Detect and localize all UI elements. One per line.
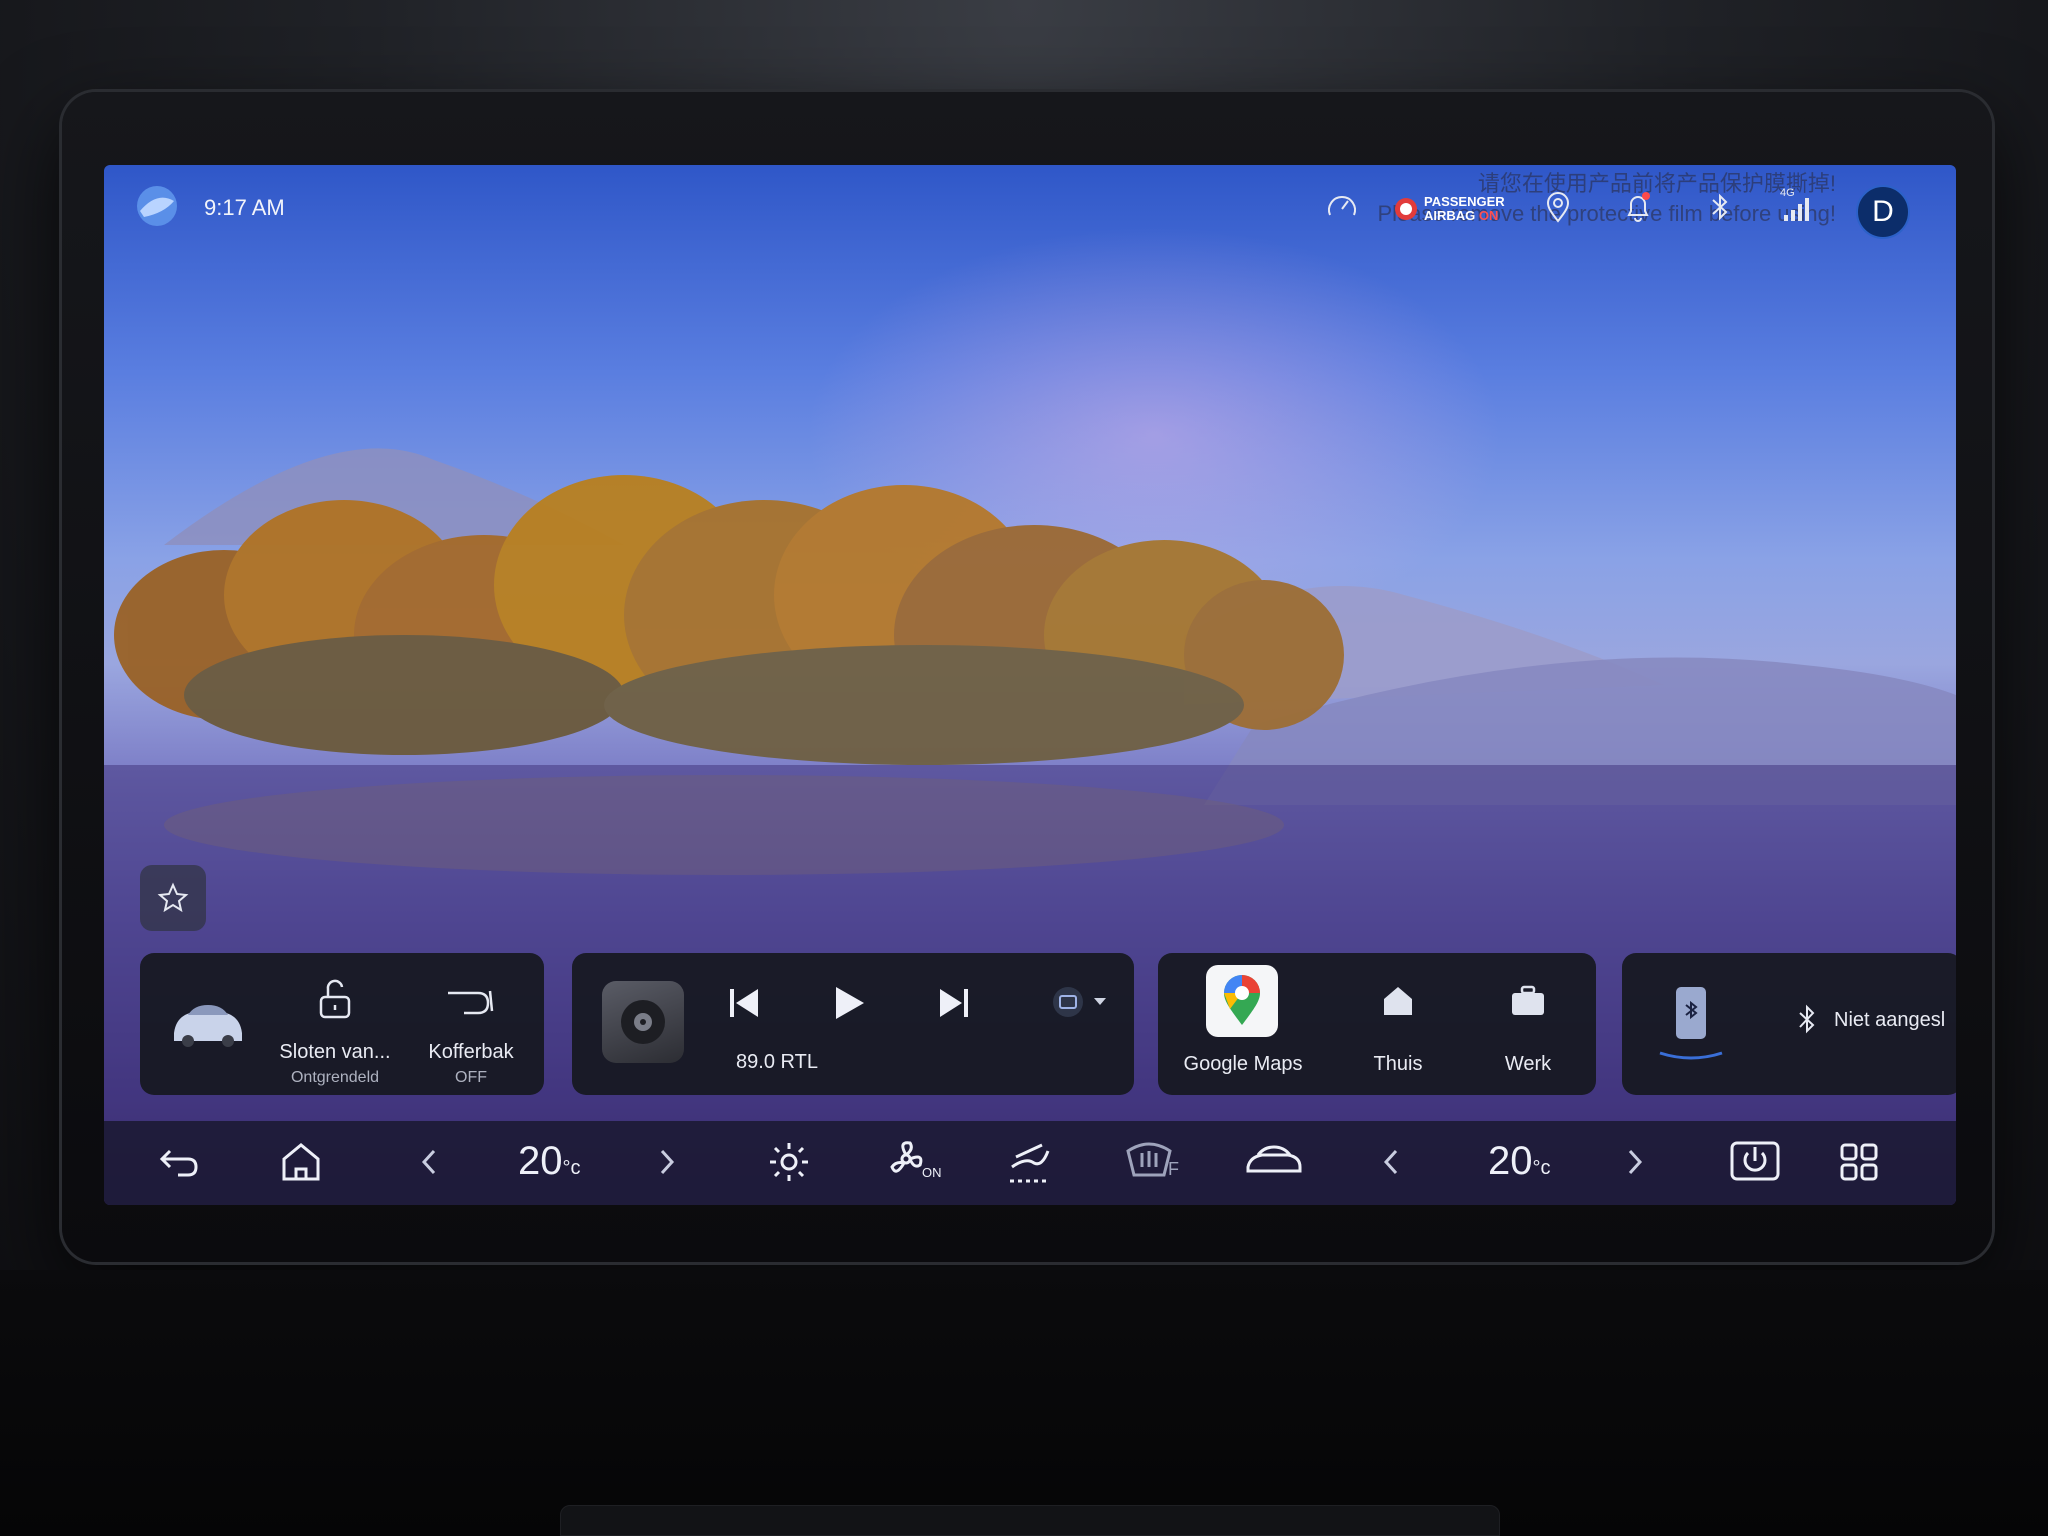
google-maps-icon xyxy=(1224,975,1260,1025)
unlock-icon xyxy=(319,979,351,1019)
passenger-airbag-indicator: PASSENGER AIRBAG ON xyxy=(1394,193,1514,225)
radio-station: 89.0 RTL xyxy=(736,1051,818,1073)
vehicle-widget: Sloten van... Ontgrendeld Kofferbak OFF xyxy=(140,953,544,1095)
infotainment-screen: 请您在使用产品前将产品保护膜撕掉! Please remove the prot… xyxy=(104,165,1956,1205)
google-maps-tile xyxy=(1206,965,1278,1037)
right-temp-decrease-icon[interactable] xyxy=(1366,1137,1416,1187)
location-pin-icon[interactable] xyxy=(1540,189,1576,225)
star-icon xyxy=(157,882,189,913)
play-icon[interactable] xyxy=(828,983,868,1023)
briefcase-icon xyxy=(1512,985,1544,1015)
home-shortcut[interactable]: Thuis xyxy=(1338,953,1458,1095)
left-temp-increase-icon[interactable] xyxy=(642,1137,692,1187)
app-grid-icon[interactable] xyxy=(1834,1137,1884,1187)
defrost-label: F xyxy=(1168,1159,1179,1179)
navigation-widget: Google Maps Thuis Werk xyxy=(1158,953,1596,1095)
speedometer-icon[interactable] xyxy=(1324,189,1360,225)
passenger-temp-value: 20 xyxy=(1488,1139,1533,1183)
airbag-state: ON xyxy=(1478,208,1499,223)
home-label: Thuis xyxy=(1373,1053,1423,1075)
trunk-control[interactable]: Kofferbak OFF xyxy=(406,953,536,1095)
bluetooth-status-icon xyxy=(1799,1004,1815,1034)
passenger-temp-unit: °c xyxy=(1532,1157,1551,1179)
clock: 9:17 AM xyxy=(204,195,285,220)
disc-icon xyxy=(621,1000,665,1044)
work-label: Werk xyxy=(1504,1053,1552,1075)
user-avatar[interactable]: D xyxy=(1856,185,1910,239)
driver-temp-value: 20 xyxy=(518,1139,563,1183)
power-screen-icon[interactable] xyxy=(1728,1137,1782,1187)
album-art[interactable] xyxy=(602,981,684,1063)
bluetooth-icon[interactable] xyxy=(1702,189,1738,225)
car-climate-icon[interactable] xyxy=(1244,1137,1304,1187)
right-temp-increase-icon[interactable] xyxy=(1610,1137,1660,1187)
google-maps-label: Google Maps xyxy=(1183,1053,1303,1075)
home-button-icon[interactable] xyxy=(276,1137,326,1187)
trunk-icon xyxy=(448,990,494,1015)
driver-temp-unit: °c xyxy=(562,1157,581,1179)
front-defrost-icon xyxy=(1126,1142,1172,1177)
signal-icon xyxy=(1784,198,1809,221)
airbag-label: PASSENGER xyxy=(1424,194,1505,209)
media-widget: 89.0 RTL xyxy=(572,953,1134,1095)
google-maps-shortcut[interactable]: Google Maps xyxy=(1158,953,1328,1095)
source-select-icon[interactable] xyxy=(1052,985,1112,1019)
next-track-icon[interactable] xyxy=(934,983,974,1023)
phone-connection-status: Niet aangesl xyxy=(1834,1009,1946,1031)
airflow-mode-icon[interactable] xyxy=(1002,1137,1058,1187)
airbag-label-2: AIRBAG xyxy=(1424,208,1476,223)
fan-control[interactable]: ON xyxy=(884,1137,954,1187)
notification-bell-icon[interactable] xyxy=(1620,189,1656,225)
fan-state: ON xyxy=(922,1165,942,1180)
home-icon xyxy=(1384,987,1412,1015)
left-temp-decrease-icon[interactable] xyxy=(404,1137,454,1187)
phone-widget[interactable]: Niet aangesl xyxy=(1622,953,1956,1095)
defrost-control[interactable]: F xyxy=(1124,1137,1194,1187)
previous-track-icon[interactable] xyxy=(724,983,764,1023)
passenger-temperature: 20°c xyxy=(1488,1139,1551,1184)
lock-state: Ontgrendeld xyxy=(290,1069,380,1086)
status-bar: 9:17 AM PASSENGER AIRBAG ON 4G D xyxy=(104,165,1956,245)
dashboard-slot xyxy=(560,1505,1500,1536)
favorite-button[interactable] xyxy=(140,865,206,931)
phone-icon xyxy=(1659,987,1723,1060)
airbag-status-icon xyxy=(1395,198,1417,220)
lock-label: Sloten van... xyxy=(279,1041,391,1063)
trunk-state: OFF xyxy=(455,1069,487,1086)
bottom-control-bar: 20°c ON F 20°c xyxy=(104,1121,1956,1205)
driver-temperature: 20°c xyxy=(518,1139,581,1184)
work-shortcut[interactable]: Werk xyxy=(1468,953,1588,1095)
system-logo-icon[interactable] xyxy=(134,183,180,229)
lock-control[interactable]: Sloten van... Ontgrendeld xyxy=(270,953,400,1095)
trunk-label: Kofferbak xyxy=(428,1041,514,1063)
settings-gear-icon[interactable] xyxy=(764,1137,814,1187)
back-icon[interactable] xyxy=(154,1137,204,1187)
car-icon[interactable] xyxy=(168,993,248,1053)
dashboard-trim xyxy=(0,1270,2048,1536)
